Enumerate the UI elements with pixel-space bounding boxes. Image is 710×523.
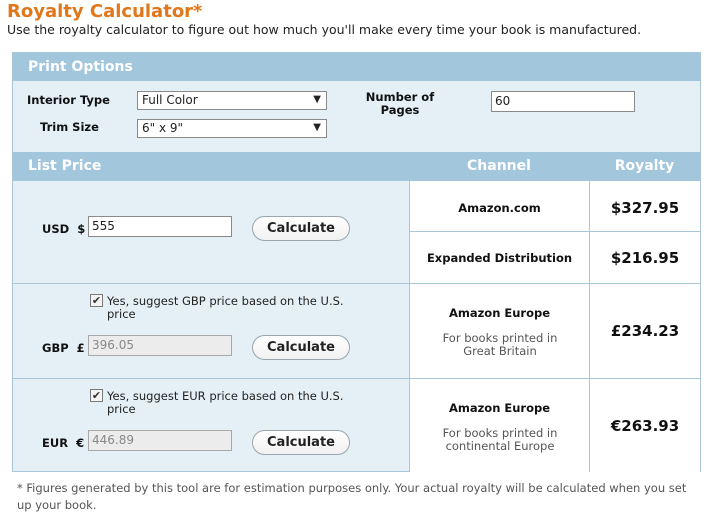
pages-label-line2: Pages [380, 103, 420, 117]
channel-sub-eu: For books printed in continental Europe [442, 426, 558, 453]
usd-calculate-button[interactable]: Calculate [252, 216, 350, 241]
usd-channel-cell: Amazon.com Expanded Distribution [409, 181, 590, 283]
eur-currency-code: EUR [42, 436, 69, 450]
list-price-heading: List Price [28, 158, 102, 174]
gbp-symbol: £ [76, 341, 85, 355]
trim-size-label: Trim Size [40, 120, 99, 134]
usd-royalty-cell: $327.95 $216.95 [589, 181, 701, 283]
channel-heading: Channel [467, 158, 531, 174]
channel-amazon-com: Amazon.com [458, 201, 541, 215]
eur-label: EUR € [42, 436, 84, 450]
eur-symbol: € [76, 436, 85, 450]
gbp-suggest-checkbox[interactable]: ✔ [90, 294, 103, 307]
number-of-pages-input[interactable]: 60 [491, 91, 635, 112]
trim-size-value: 6" x 9" [142, 121, 184, 135]
royalty-expanded-distribution: $216.95 [610, 249, 680, 267]
gbp-suggest-label: Yes, suggest GBP price based on the U.S.… [107, 294, 344, 321]
gbp-royalty-cell: £234.23 [589, 284, 700, 379]
gbp-label: GBP £ [42, 341, 85, 355]
checkmark-icon: ✔ [91, 294, 102, 307]
eur-channel-cell: Amazon Europe For books printed in conti… [409, 379, 589, 472]
usd-price-input[interactable]: 555 [88, 216, 232, 237]
usd-currency-code: USD [42, 222, 70, 236]
royalty-heading: Royalty [614, 158, 675, 174]
royalty-amazon-europe-eu: €263.93 [610, 417, 680, 435]
interior-type-label: Interior Type [27, 93, 110, 107]
channel-amazon-europe-eu: Amazon Europe [448, 401, 551, 415]
channel-amazon-europe-gb: Amazon Europe [448, 306, 551, 320]
calculator-panel: Print Options Interior Type Full Color ▼… [12, 52, 701, 472]
royalty-amazon-com: $327.95 [610, 199, 680, 217]
eur-suggest-checkbox[interactable]: ✔ [90, 389, 103, 402]
trim-size-select[interactable]: 6" x 9" ▼ [137, 119, 327, 138]
eur-row: ✔ Yes, suggest EUR price based on the U.… [13, 378, 700, 473]
gbp-channel-cell: Amazon Europe For books printed in Great… [409, 284, 589, 379]
number-of-pages-label: Number of Pages [365, 91, 435, 117]
channel-sub-gb: For books printed in Great Britain [442, 331, 558, 358]
disclaimer-footnote: * Figures generated by this tool are for… [17, 481, 687, 512]
eur-suggest-label: Yes, suggest EUR price based on the U.S.… [107, 389, 344, 416]
eur-calculate-button[interactable]: Calculate [252, 430, 350, 455]
eur-royalty-cell: €263.93 [589, 379, 700, 472]
page-title: Royalty Calculator* [7, 1, 203, 22]
usd-label: USD $ [42, 222, 85, 236]
royalty-amazon-europe-gb: £234.23 [610, 322, 680, 340]
checkmark-icon: ✔ [91, 389, 102, 402]
pages-label-line1: Number of [365, 90, 435, 104]
gbp-calculate-button[interactable]: Calculate [252, 335, 350, 360]
eur-price-input[interactable]: 446.89 [88, 430, 232, 451]
usd-row: USD $ 555 Calculate Amazon.com Expanded … [13, 181, 701, 283]
usd-symbol: $ [77, 222, 86, 236]
page-subtitle: Use the royalty calculator to figure out… [7, 22, 642, 37]
print-options-heading: Print Options [28, 59, 133, 75]
gbp-price-input[interactable]: 396.05 [88, 335, 232, 356]
interior-type-value: Full Color [142, 93, 198, 107]
gbp-row: ✔ Yes, suggest GBP price based on the U.… [13, 283, 700, 379]
interior-type-select[interactable]: Full Color ▼ [137, 91, 327, 110]
list-price-header: List Price Channel Royalty [13, 152, 700, 181]
channel-expanded-distribution: Expanded Distribution [426, 251, 573, 265]
chevron-down-icon: ▼ [313, 94, 321, 105]
gbp-currency-code: GBP [42, 341, 69, 355]
chevron-down-icon: ▼ [313, 122, 321, 133]
print-options-header: Print Options [13, 53, 700, 81]
